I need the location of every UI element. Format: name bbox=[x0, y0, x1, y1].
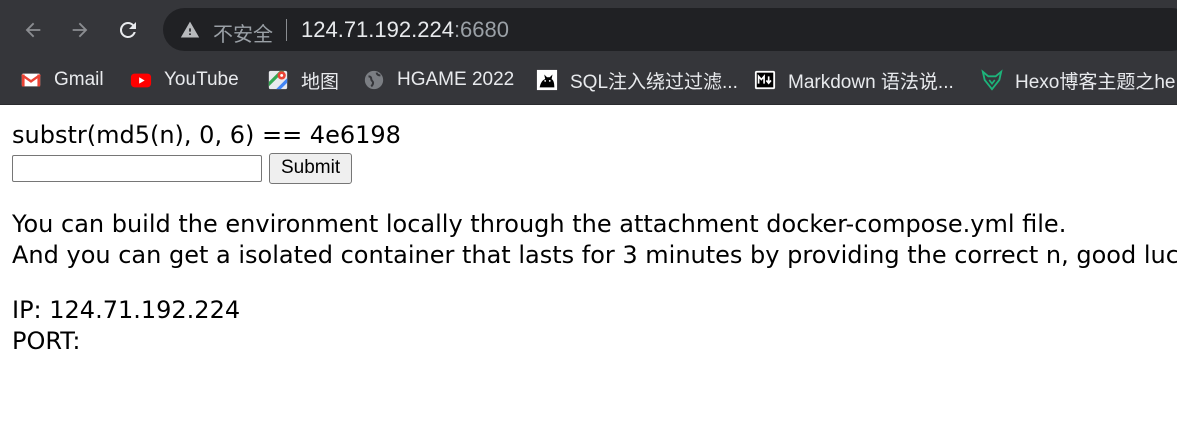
port-line: PORT: bbox=[12, 327, 81, 355]
info-line-1: You can build the environment locally th… bbox=[12, 210, 1067, 238]
gmail-icon bbox=[21, 73, 41, 87]
warning-triangle-icon[interactable] bbox=[180, 20, 200, 40]
back-arrow-icon[interactable] bbox=[18, 15, 48, 45]
bookmark-youtube[interactable]: YouTube bbox=[130, 66, 239, 94]
bookmark-markdown[interactable]: Markdown 语法说... bbox=[754, 66, 954, 94]
url-port: :6680 bbox=[453, 17, 509, 42]
bookmark-maps[interactable]: 地图 bbox=[267, 66, 339, 94]
cat-icon bbox=[536, 69, 558, 91]
bookmark-gmail[interactable]: Gmail bbox=[20, 66, 104, 94]
browser-toolbar: 不安全 124.71.192.224:6680 bbox=[0, 0, 1177, 58]
security-status-label[interactable]: 不安全 bbox=[213, 18, 273, 47]
fox-icon bbox=[981, 69, 1003, 91]
youtube-icon bbox=[130, 73, 152, 88]
markdown-icon bbox=[754, 70, 776, 90]
url-host: 124.71.192.224 bbox=[301, 17, 454, 42]
ip-line: IP: 124.71.192.224 bbox=[12, 296, 241, 324]
challenge-text: substr(md5(n), 0, 6) == 4e6198 bbox=[12, 121, 401, 149]
address-bar[interactable]: 不安全 124.71.192.224:6680 bbox=[163, 8, 1177, 51]
reload-icon[interactable] bbox=[113, 15, 143, 45]
answer-input[interactable] bbox=[12, 154, 262, 182]
bookmark-label: Hexo博客主题之he... bbox=[1015, 71, 1177, 93]
bookmark-label: Markdown 语法说... bbox=[788, 71, 954, 93]
bookmark-label: Gmail bbox=[54, 69, 104, 90]
bookmark-label: 地图 bbox=[301, 71, 340, 93]
bookmark-label: HGAME 2022 bbox=[397, 69, 515, 90]
omnibox-divider bbox=[286, 19, 287, 41]
info-line-2: And you can get a isolated container tha… bbox=[12, 241, 1177, 269]
bookmark-sql-injection[interactable]: SQL注入绕过过滤... bbox=[536, 66, 738, 94]
submit-button[interactable]: Submit bbox=[269, 152, 353, 184]
bookmark-label: YouTube bbox=[164, 69, 239, 90]
bookmark-hexo[interactable]: Hexo博客主题之he... bbox=[981, 66, 1177, 94]
globe-icon bbox=[364, 70, 384, 90]
answer-form: Submit bbox=[12, 151, 1177, 185]
forward-arrow-icon[interactable] bbox=[65, 15, 95, 45]
bookmarks-bar: Gmail YouTube 地图 HGAME 2022 SQL注入绕过过滤...… bbox=[0, 58, 1177, 105]
url-text[interactable]: 124.71.192.224:6680 bbox=[301, 17, 509, 43]
maps-icon bbox=[268, 70, 288, 90]
bookmark-hgame[interactable]: HGAME 2022 bbox=[363, 66, 514, 94]
page-content: substr(md5(n), 0, 6) == 4e6198 Submit Yo… bbox=[12, 120, 1177, 357]
bookmark-label: SQL注入绕过过滤... bbox=[570, 71, 738, 93]
